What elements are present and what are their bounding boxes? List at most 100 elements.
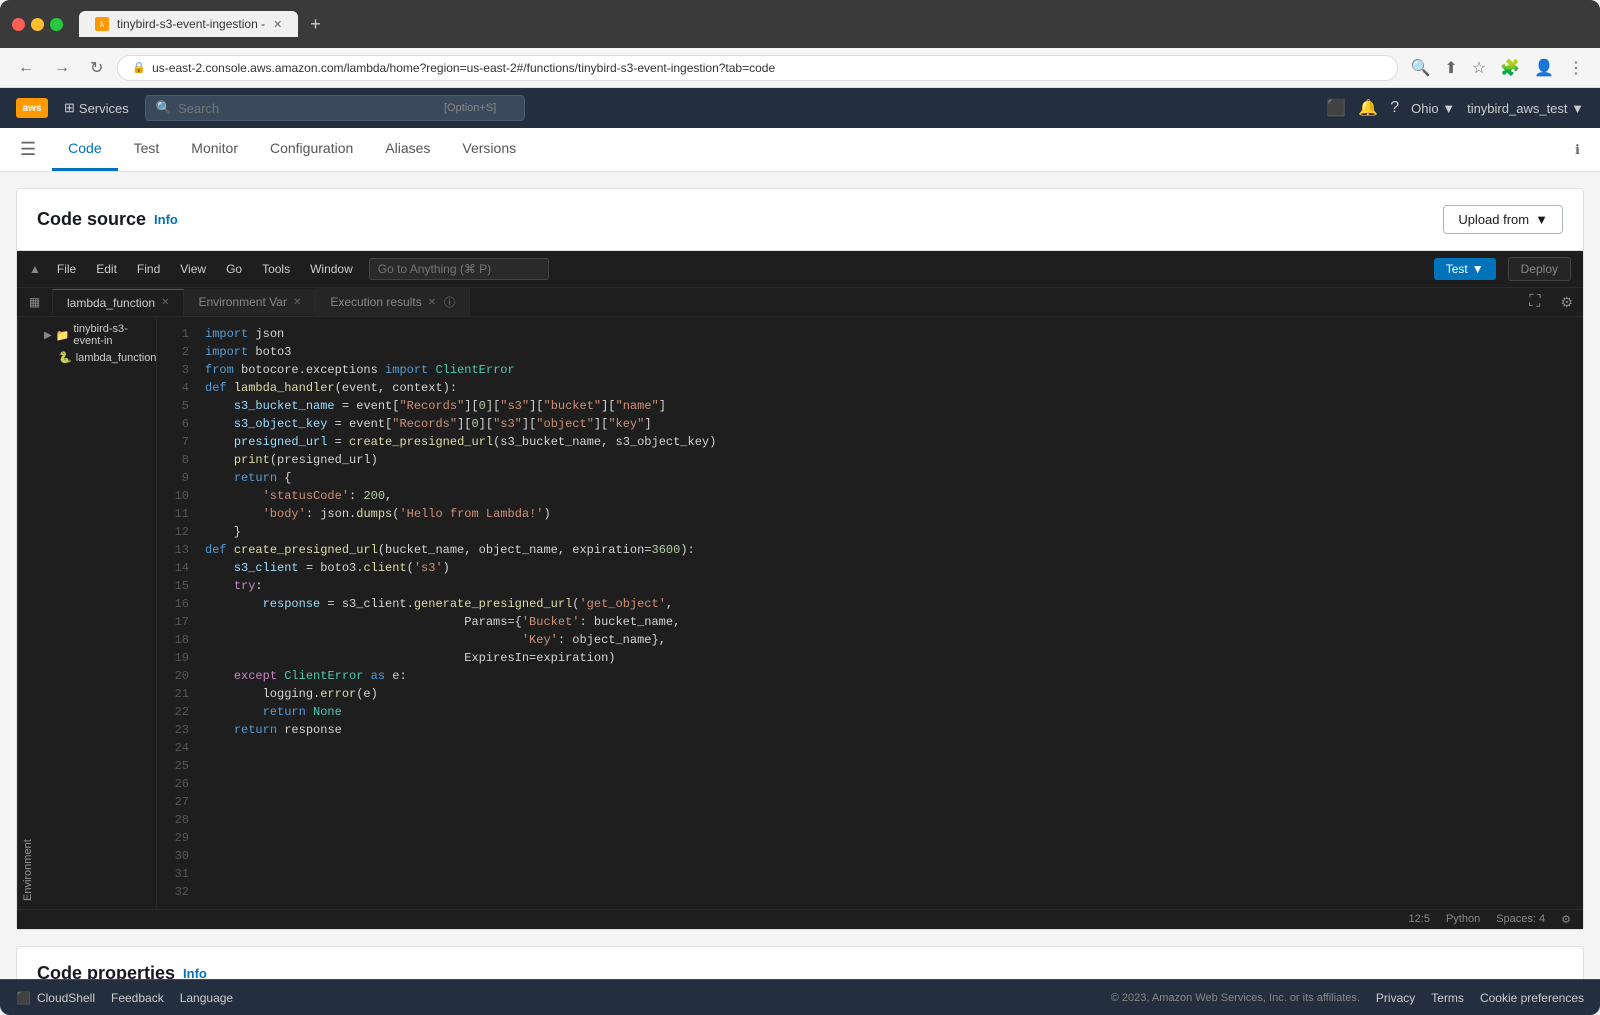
notifications-icon[interactable]: 🔔: [1358, 98, 1378, 118]
line-num-31: 31: [157, 865, 197, 883]
address-bar[interactable]: 🔒 us-east-2.console.aws.amazon.com/lambd…: [117, 55, 1398, 81]
minimize-button[interactable]: [31, 18, 44, 31]
line-num-23: 23: [157, 721, 197, 739]
maximize-button[interactable]: [50, 18, 63, 31]
support-icon[interactable]: ?: [1390, 99, 1399, 117]
tab-test[interactable]: Test: [118, 128, 176, 171]
code-text[interactable]: import json import boto3 from botocore.e…: [197, 317, 1583, 909]
page-info-icon[interactable]: ℹ: [1575, 142, 1580, 158]
code-line-14: 'statusCode': 200,: [205, 487, 1583, 505]
window-menu[interactable]: Window: [306, 260, 357, 278]
tab-monitor[interactable]: Monitor: [175, 128, 254, 171]
tab-title: tinybird-s3-event-ingestion -: [117, 17, 265, 31]
tab-close-button[interactable]: ✕: [273, 18, 282, 31]
code-line-13: return {: [205, 469, 1583, 487]
profile-icon[interactable]: 👤: [1530, 54, 1558, 82]
lock-icon: 🔒: [132, 61, 146, 74]
maximize-editor-icon[interactable]: ⛶: [1519, 293, 1550, 311]
account-selector[interactable]: tinybird_aws_test ▼: [1467, 101, 1584, 116]
back-button[interactable]: ←: [12, 55, 40, 81]
editor-left-panel: Environment ▶ 📁 tinybird-s3-event-in ⚙: [17, 317, 157, 909]
line-num-16: 16: [157, 595, 197, 613]
line-num-1: 1: [157, 325, 197, 343]
close-button[interactable]: [12, 18, 25, 31]
code-source-info-link[interactable]: Info: [154, 212, 178, 227]
execution-results-tab-close[interactable]: ✕: [428, 297, 436, 308]
browser-titlebar: λ tinybird-s3-event-ingestion - ✕ +: [0, 0, 1600, 48]
search-shortcut: [Option+S]: [444, 102, 496, 114]
line-num-12: 12: [157, 523, 197, 541]
code-editor: Environment ▶ 📁 tinybird-s3-event-in ⚙: [17, 317, 1583, 909]
view-menu[interactable]: View: [176, 260, 210, 278]
aws-topnav: aws ⊞ Services 🔍 [Option+S] ⬛ 🔔 ? Ohio ▼…: [0, 88, 1600, 128]
services-label: Services: [79, 101, 129, 116]
tab-aliases[interactable]: Aliases: [369, 128, 446, 171]
search-input[interactable]: [178, 101, 438, 116]
line-num-6: 6: [157, 415, 197, 433]
language-mode: Python: [1446, 913, 1480, 926]
code-line-11: print(presigned_url): [205, 451, 1583, 469]
deploy-button[interactable]: Deploy: [1508, 257, 1571, 281]
test-button[interactable]: Test ▼: [1434, 258, 1496, 280]
code-line-2: import boto3: [205, 343, 1583, 361]
edit-menu[interactable]: Edit: [92, 260, 121, 278]
find-menu[interactable]: Find: [133, 260, 164, 278]
statusbar-gear-icon[interactable]: ⚙: [1561, 913, 1571, 926]
code-properties-info-link[interactable]: Info: [183, 966, 207, 979]
environment-label: Environment: [17, 317, 38, 909]
execution-results-tab-label: Execution results: [330, 295, 421, 309]
goto-anything-input[interactable]: [369, 258, 549, 280]
line-num-13: 13: [157, 541, 197, 559]
new-tab-button[interactable]: +: [310, 14, 321, 35]
editor-tab-lambda-function[interactable]: lambda_function ✕: [53, 289, 184, 316]
folder-icon: 📁: [56, 329, 70, 342]
search-icon[interactable]: 🔍: [1406, 54, 1434, 82]
editor-section: ▲ File Edit Find View Go Tools Window Te…: [17, 251, 1583, 929]
aws-search-box[interactable]: 🔍 [Option+S]: [145, 95, 525, 121]
execution-results-info-icon: ⓘ: [444, 294, 455, 310]
lambda-function-tab-close[interactable]: ✕: [161, 297, 169, 308]
cookie-preferences-link[interactable]: Cookie preferences: [1480, 991, 1584, 1005]
hamburger-button[interactable]: ☰: [20, 139, 36, 160]
tab-versions[interactable]: Versions: [446, 128, 532, 171]
share-icon[interactable]: ⬆: [1440, 54, 1461, 82]
tab-configuration[interactable]: Configuration: [254, 128, 369, 171]
line-num-21: 21: [157, 685, 197, 703]
tab-code[interactable]: Code: [52, 128, 117, 171]
cloudshell-icon[interactable]: ⬛: [1326, 98, 1346, 118]
line-num-17: 17: [157, 613, 197, 631]
forward-button[interactable]: →: [48, 55, 76, 81]
code-line-6: s3_bucket_name = event["Records"][0]["s3…: [205, 397, 1583, 415]
editor-menu-bar: ▲ File Edit Find View Go Tools Window Te…: [17, 251, 1583, 288]
feedback-link[interactable]: Feedback: [111, 991, 164, 1005]
editor-tab-execution-results[interactable]: Execution results ✕ ⓘ: [316, 288, 470, 316]
file-menu[interactable]: File: [53, 260, 80, 278]
bookmark-icon[interactable]: ☆: [1468, 54, 1490, 82]
language-link[interactable]: Language: [180, 991, 233, 1005]
services-button[interactable]: ⊞ Services: [64, 100, 129, 116]
menu-icon[interactable]: ⋮: [1564, 54, 1588, 82]
tools-menu[interactable]: Tools: [258, 260, 294, 278]
terms-link[interactable]: Terms: [1431, 991, 1464, 1005]
fold-icon[interactable]: ▲: [29, 262, 41, 276]
code-line-23: Params={'Bucket': bucket_name,: [205, 613, 1583, 631]
editor-tab-environment-var[interactable]: Environment Var ✕: [184, 289, 316, 315]
grid-icon: ⊞: [64, 100, 75, 116]
active-tab[interactable]: λ tinybird-s3-event-ingestion - ✕: [79, 11, 298, 37]
cloudshell-button[interactable]: ⬛ CloudShell: [16, 991, 95, 1005]
lambda-function-tab-label: lambda_function: [67, 296, 155, 310]
line-num-27: 27: [157, 793, 197, 811]
region-selector[interactable]: Ohio ▼: [1411, 101, 1455, 116]
line-num-8: 8: [157, 451, 197, 469]
privacy-link[interactable]: Privacy: [1376, 991, 1415, 1005]
line-num-22: 22: [157, 703, 197, 721]
aws-logo: aws: [16, 98, 48, 118]
settings-icon[interactable]: ⚙: [1550, 294, 1583, 311]
line-num-25: 25: [157, 757, 197, 775]
go-menu[interactable]: Go: [222, 260, 246, 278]
line-num-29: 29: [157, 829, 197, 847]
refresh-button[interactable]: ↻: [84, 54, 109, 82]
upload-from-button[interactable]: Upload from ▼: [1443, 205, 1563, 234]
extensions-icon[interactable]: 🧩: [1496, 54, 1524, 82]
env-var-tab-close[interactable]: ✕: [293, 297, 301, 308]
